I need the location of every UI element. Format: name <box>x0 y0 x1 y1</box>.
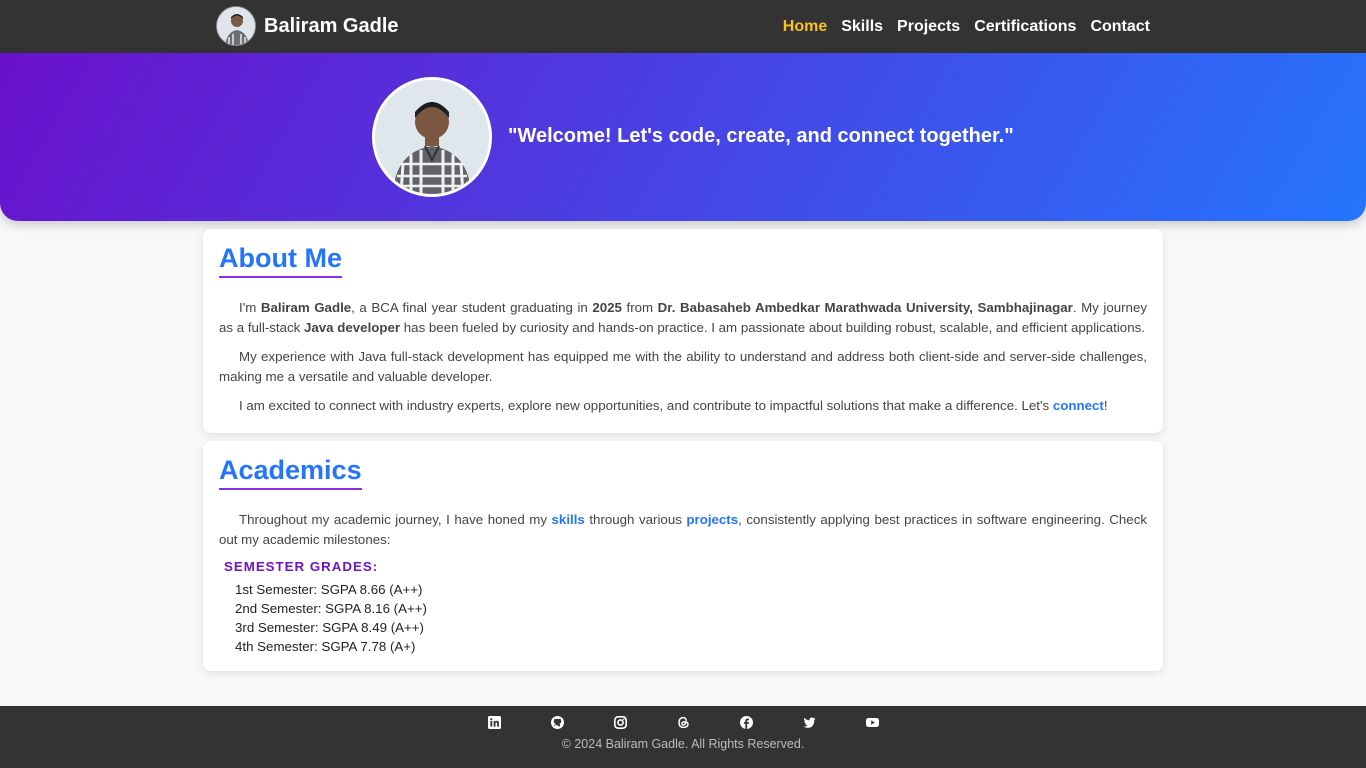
grade-item: 2nd Semester: SGPA 8.16 (A++) <box>235 601 427 616</box>
nav-link-contact[interactable]: Contact <box>1090 18 1150 35</box>
university-highlight: Dr. Babasaheb Ambedkar Marathwada Univer… <box>657 300 1073 315</box>
facebook-icon[interactable] <box>739 716 753 729</box>
grade-item: 3rd Semester: SGPA 8.49 (A++) <box>235 620 424 635</box>
projects-link[interactable]: projects <box>686 512 738 527</box>
brand-avatar <box>216 6 256 46</box>
brand-link[interactable]: Baliram Gadle <box>216 6 399 46</box>
twitter-icon[interactable] <box>802 716 816 729</box>
footer: © 2024 Baliram Gadle. All Rights Reserve… <box>0 706 1366 768</box>
grades-list: 1st Semester: SGPA 8.66 (A++) 2nd Semest… <box>219 580 1147 656</box>
navbar: Baliram Gadle Home Skills Projects Certi… <box>0 0 1366 53</box>
about-paragraph-3: I am excited to connect with industry ex… <box>239 398 1108 413</box>
youtube-icon[interactable] <box>865 716 879 729</box>
about-section: About Me I'm Baliram Gadle, a BCA final … <box>203 229 1163 433</box>
github-icon[interactable] <box>550 716 564 729</box>
nav-link-skills[interactable]: Skills <box>841 18 883 35</box>
threads-icon[interactable] <box>677 716 690 729</box>
nav-link-projects[interactable]: Projects <box>897 18 960 35</box>
skills-link[interactable]: skills <box>552 512 585 527</box>
profile-photo <box>372 77 492 197</box>
hero-banner: "Welcome! Let's code, create, and connec… <box>0 53 1366 221</box>
nav-link-certifications[interactable]: Certifications <box>974 18 1076 35</box>
instagram-icon[interactable] <box>613 716 627 729</box>
year-highlight: 2025 <box>592 300 622 315</box>
nav-links: Home Skills Projects Certifications Cont… <box>769 0 1150 53</box>
grades-title: SEMESTER GRADES: <box>224 559 379 574</box>
connect-link[interactable]: connect <box>1053 398 1104 413</box>
brand-name: Baliram Gadle <box>264 14 399 37</box>
about-title: About Me <box>219 243 342 278</box>
role-highlight: Java developer <box>303 320 401 335</box>
grade-item: 1st Semester: SGPA 8.66 (A++) <box>235 582 423 597</box>
copyright-text: © 2024 Baliram Gadle. All Rights Reserve… <box>561 737 805 751</box>
linkedin-icon[interactable] <box>487 716 501 729</box>
hero-quote: "Welcome! Let's code, create, and connec… <box>508 125 1014 147</box>
social-links <box>0 716 1366 729</box>
grade-item: 4th Semester: SGPA 7.78 (A+) <box>235 639 416 654</box>
name-highlight: Baliram Gadle <box>260 300 352 315</box>
about-paragraph-1: I'm Baliram Gadle, a BCA final year stud… <box>219 300 1147 335</box>
nav-link-home[interactable]: Home <box>783 18 827 35</box>
academics-title: Academics <box>219 455 362 490</box>
academics-paragraph: Throughout my academic journey, I have h… <box>219 512 1147 547</box>
about-paragraph-2: My experience with Java full-stack devel… <box>219 349 1147 384</box>
academics-section: Academics Throughout my academic journey… <box>203 441 1163 671</box>
